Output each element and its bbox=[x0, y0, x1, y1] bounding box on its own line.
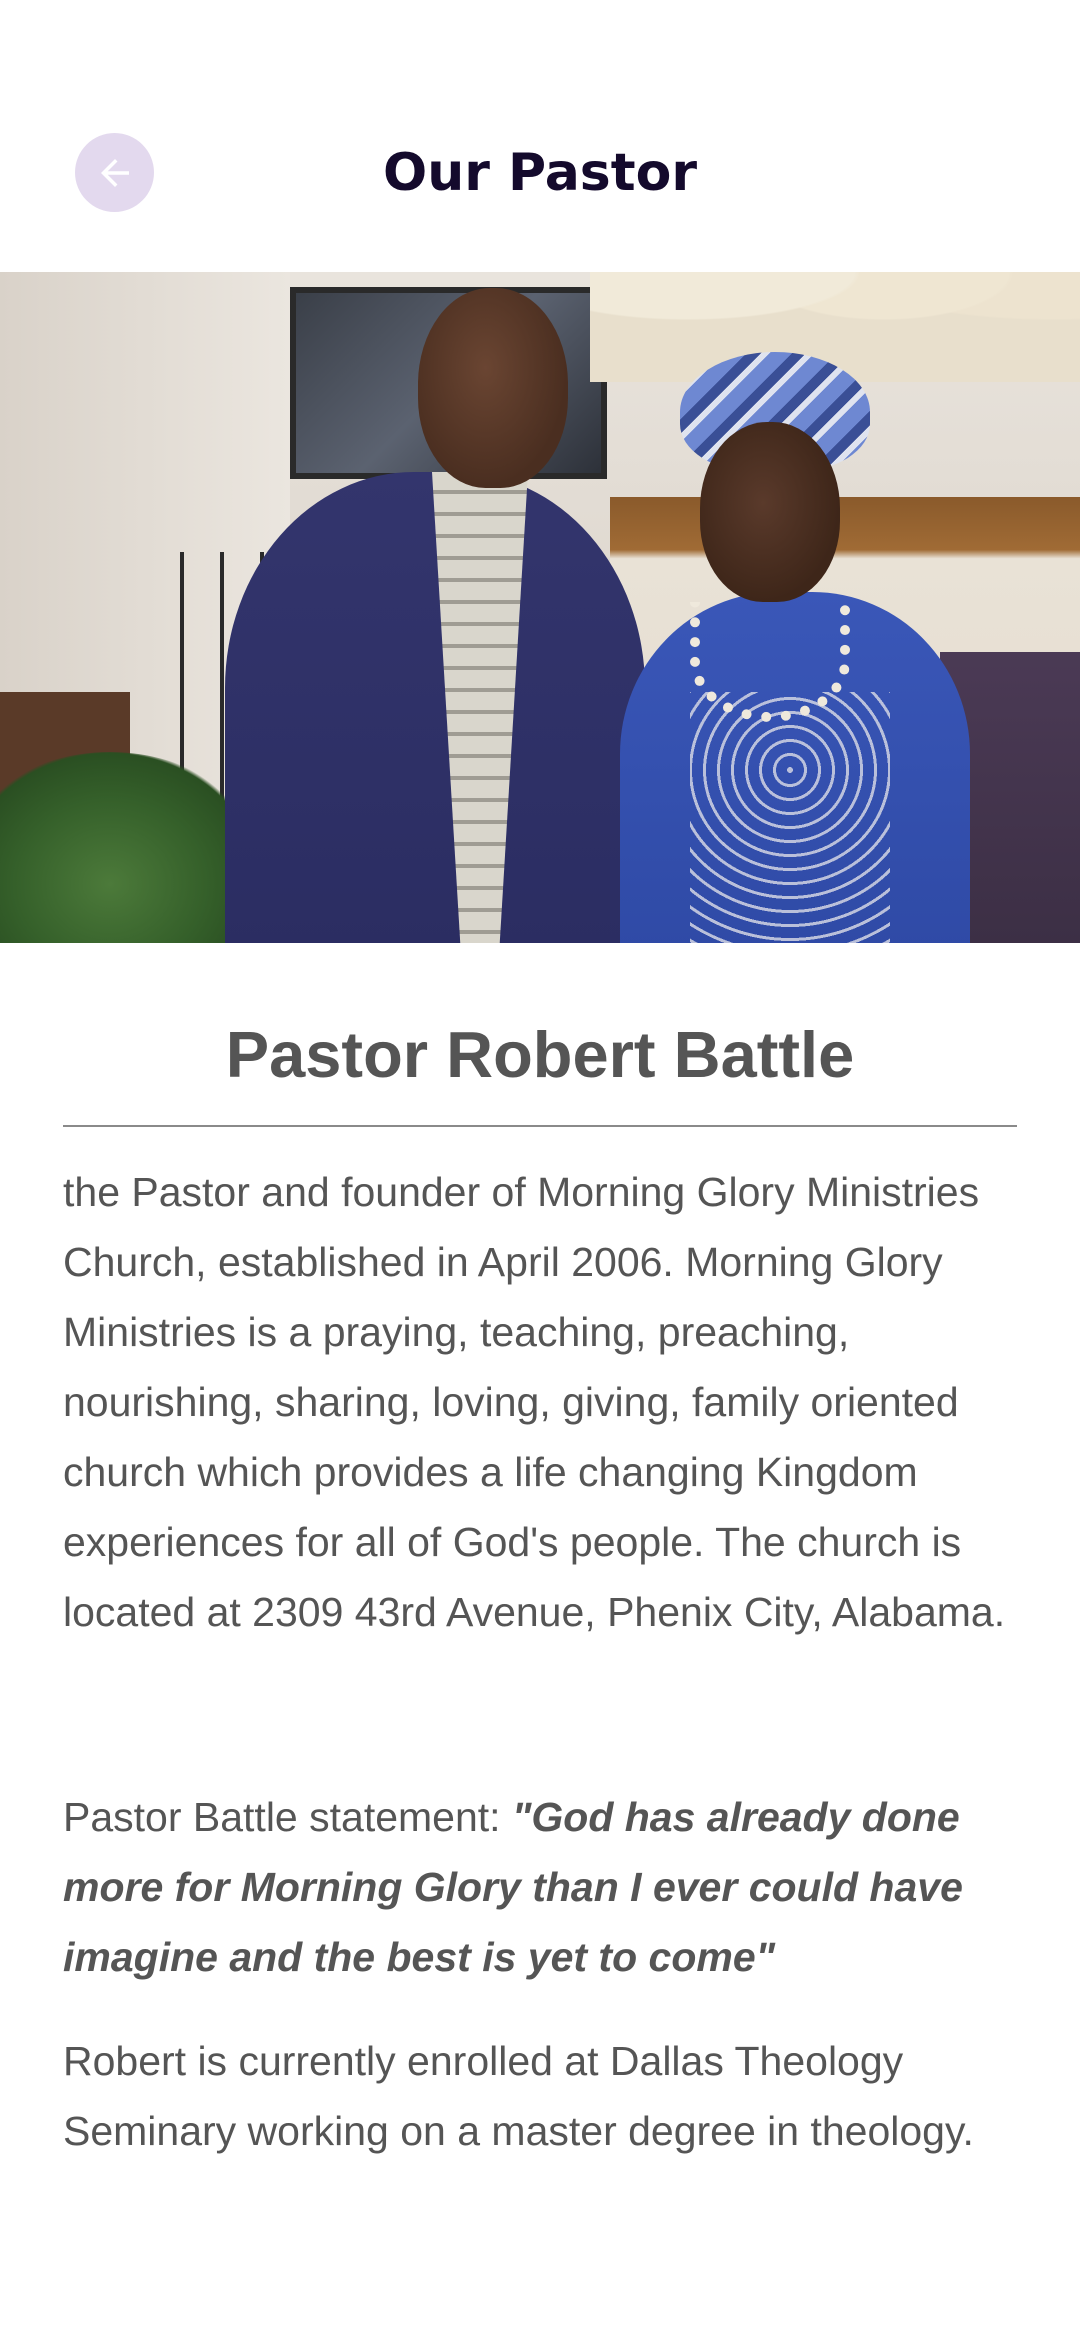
pastor-name: Pastor Robert Battle bbox=[225, 1018, 855, 1091]
pastor-photo bbox=[0, 272, 1080, 943]
app-header: Our Pastor bbox=[0, 0, 1080, 272]
pastor-statement: Pastor Battle statement: "God has alread… bbox=[63, 1782, 1017, 1992]
pastor-content: Pastor Robert Battle the Pastor and foun… bbox=[63, 990, 1017, 2166]
divider bbox=[63, 1125, 1017, 1127]
enrollment-text: Robert is currently enrolled at Dallas T… bbox=[63, 2038, 974, 2154]
page-title: Our Pastor bbox=[383, 143, 697, 203]
statement-prefix: Pastor Battle statement: bbox=[63, 1794, 512, 1840]
pastor-bio: the Pastor and founder of Morning Glory … bbox=[63, 1169, 1006, 1635]
